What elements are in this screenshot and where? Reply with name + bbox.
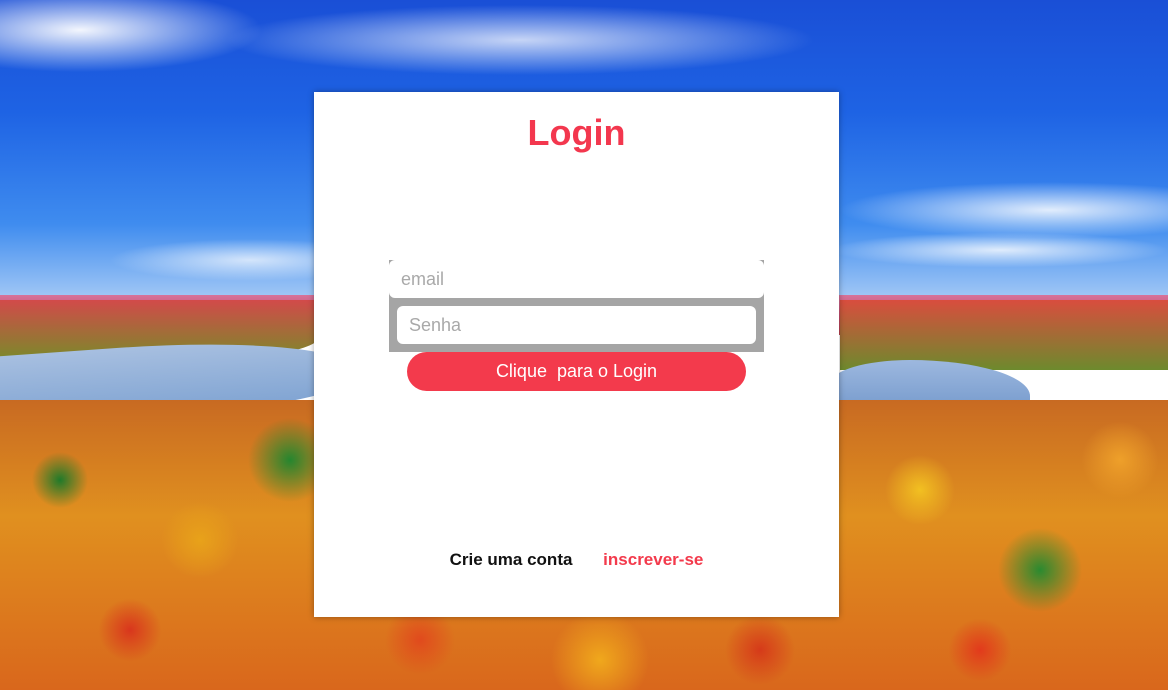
hill-right bbox=[840, 300, 1168, 370]
email-input[interactable] bbox=[389, 260, 764, 298]
signup-link[interactable]: inscrever-se bbox=[603, 550, 703, 569]
login-card: Login Clique para o Login Crie uma conta… bbox=[314, 92, 839, 617]
signup-footer: Crie uma conta inscrever-se bbox=[314, 550, 839, 570]
login-title: Login bbox=[527, 112, 626, 153]
password-input[interactable] bbox=[397, 306, 756, 344]
login-button[interactable]: Clique para o Login bbox=[407, 352, 746, 391]
login-form bbox=[389, 260, 764, 352]
create-account-label: Crie uma conta bbox=[449, 550, 573, 569]
